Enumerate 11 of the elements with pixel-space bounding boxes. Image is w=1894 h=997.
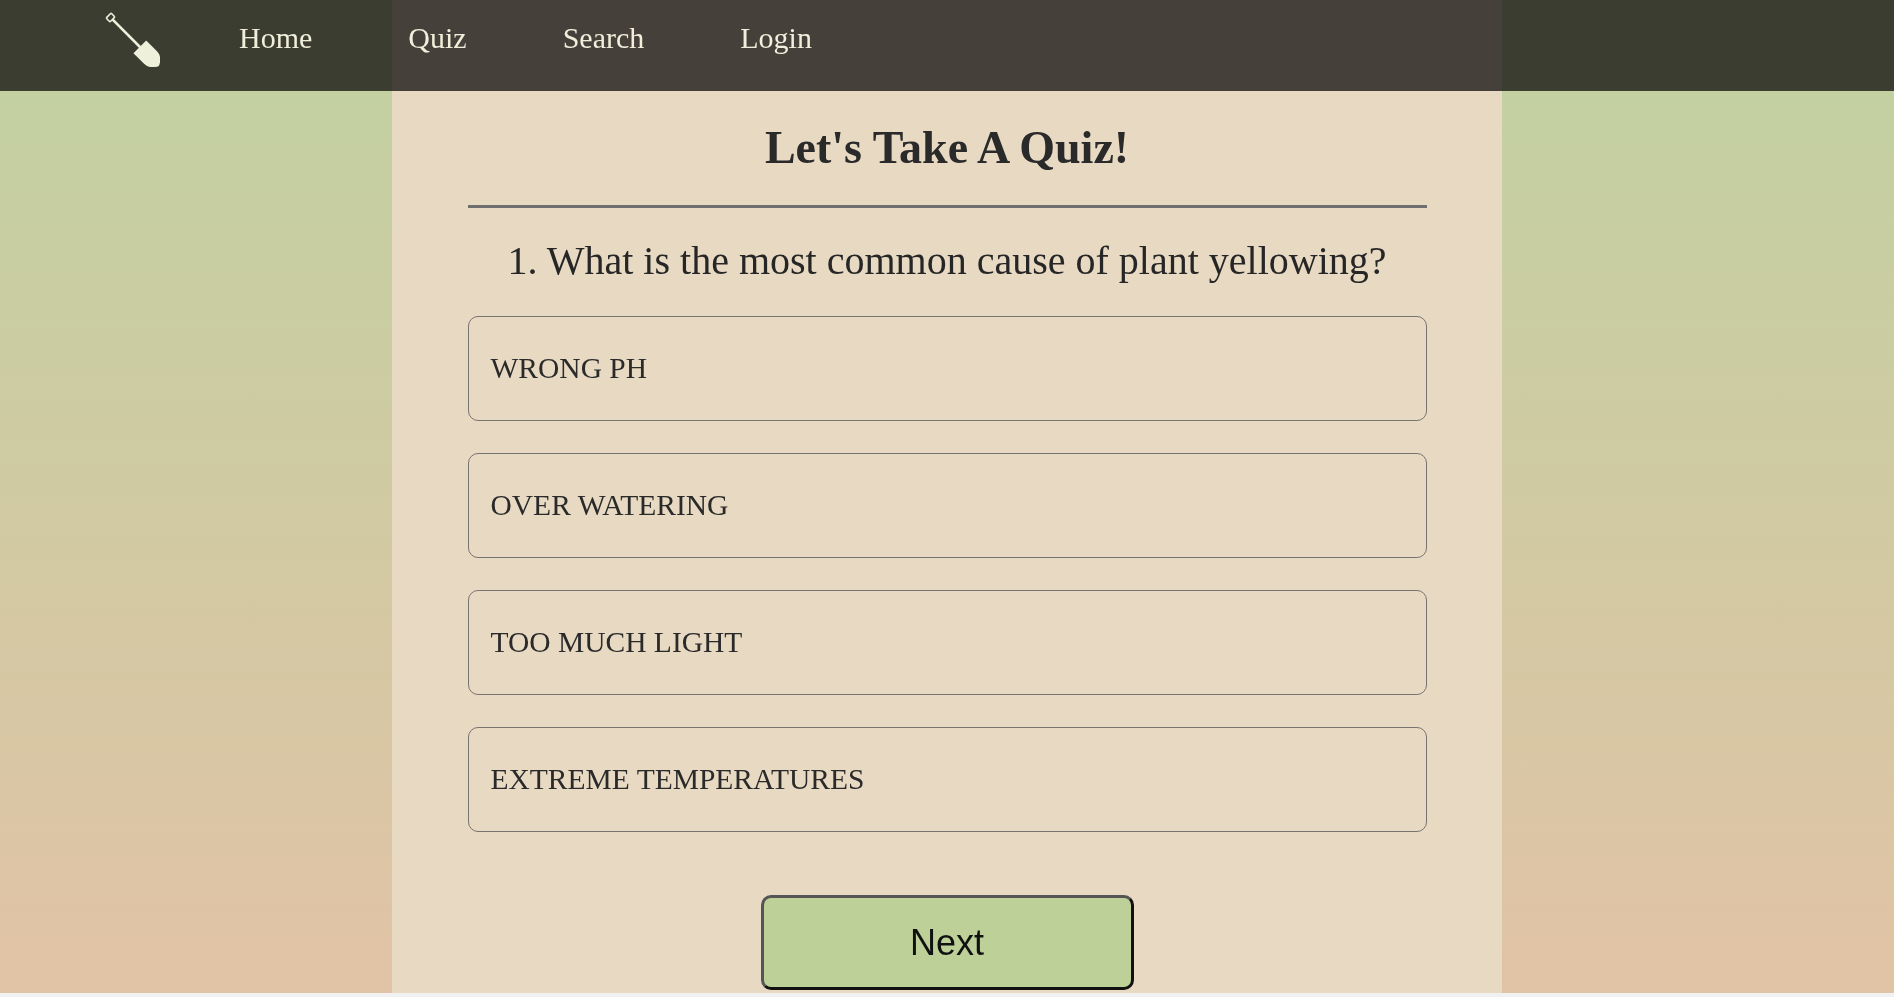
answer-option[interactable]: OVER WATERING [467,453,1427,558]
nav-link[interactable]: Login [692,21,860,55]
nav-link[interactable]: Home [191,21,361,55]
quiz-title: Let's Take A Quiz! [764,121,1130,174]
answer-option[interactable]: WRONG PH [467,316,1427,421]
answer-option[interactable]: TOO MUCH LIGHT [467,590,1427,695]
answer-option[interactable]: EXTREME TEMPERATURES [467,727,1427,832]
next-button[interactable]: Next [760,895,1134,990]
nav-link[interactable]: Search [514,21,693,55]
question-text: 1. What is the most common cause of plant yellowing? [507,238,1387,284]
nav-link[interactable]: Quiz [360,21,515,55]
